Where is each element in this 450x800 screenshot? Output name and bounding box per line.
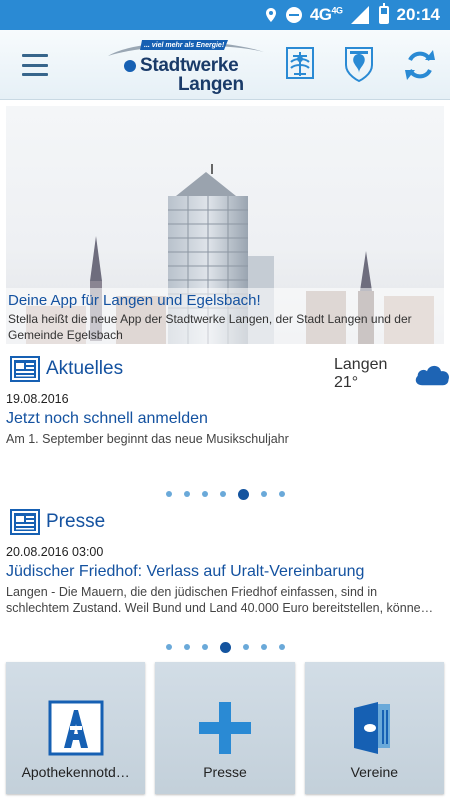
pager-dot[interactable] [278, 644, 285, 650]
pager-dot-active[interactable] [237, 488, 249, 500]
shortcut-tiles: Apothekennotd… Presse Vereine [6, 662, 444, 794]
presse-header[interactable]: Presse [10, 509, 105, 535]
presse-title: Presse [46, 511, 106, 532]
network-type: 4G4G [309, 5, 343, 24]
logo-dot [124, 60, 136, 72]
tile-vereine[interactable]: Vereine [304, 662, 444, 794]
tile-label: Vereine [350, 764, 399, 780]
pager-dot[interactable] [260, 491, 267, 497]
signal-icon [350, 6, 369, 24]
aktuelles-headline[interactable]: Jetzt noch schnell anmelden [6, 410, 208, 428]
pager-dot[interactable] [201, 644, 208, 650]
newspaper-icon [10, 356, 40, 382]
dnd-icon [285, 7, 302, 23]
aktuelles-title: Aktuelles [46, 358, 124, 379]
pager-dot-active[interactable] [219, 641, 231, 653]
crest-egelsbach-icon[interactable] [344, 45, 374, 83]
refresh-icon[interactable] [403, 48, 437, 82]
location-icon [265, 8, 276, 22]
door-icon [354, 702, 391, 754]
presse-headline[interactable]: Jüdischer Friedhof: Verlass auf Uralt-Ve… [6, 563, 364, 581]
pager-dot[interactable] [260, 644, 267, 650]
pager-dot[interactable] [183, 644, 190, 650]
tile-label: Apothekennotd… [21, 764, 130, 780]
hero-caption: Deine App für Langen und Egelsbach! Stel… [6, 288, 444, 344]
presse-pager[interactable] [0, 641, 450, 653]
menu-icon[interactable] [22, 54, 48, 76]
stadtwerke-logo: ... viel mehr als Energie! Stadtwerke La… [104, 38, 266, 95]
weather-widget[interactable]: Langen 21° [334, 356, 450, 392]
hero-title: Deine App für Langen und Egelsbach! [8, 292, 261, 309]
presse-teaser: Langen - Die Mauern, die den jüdischen F… [6, 585, 434, 615]
tile-apothekennotdienst[interactable]: Apothekennotd… [6, 662, 146, 794]
pager-dot[interactable] [183, 491, 190, 497]
pharmacy-icon [48, 700, 104, 756]
logo-tagline: ... viel mehr als Energie! [144, 42, 225, 49]
status-bar: 4G4G 20:14 [0, 0, 450, 30]
logo-text-line2: Langen [178, 74, 244, 95]
pager-dot[interactable] [165, 644, 172, 650]
hero-banner[interactable]: Deine App für Langen und Egelsbach! Stel… [6, 106, 444, 344]
weather-text: Langen 21° [334, 356, 388, 391]
pager-dot[interactable] [219, 491, 226, 497]
pager-dot[interactable] [278, 491, 285, 497]
tile-label: Presse [203, 764, 247, 780]
aktuelles-header[interactable]: Aktuelles [10, 356, 123, 382]
battery-icon [378, 3, 389, 24]
presse-date: 20.08.2016 03:00 [6, 545, 104, 559]
pager-dot[interactable] [201, 491, 208, 497]
tile-presse[interactable]: Presse [155, 662, 295, 794]
plus-icon [198, 702, 251, 754]
aktuelles-teaser: Am 1. September beginnt das neue Musiksc… [6, 432, 289, 446]
app-header: ... viel mehr als Energie! Stadtwerke La… [0, 30, 450, 100]
cloud-icon [415, 365, 449, 386]
crest-langen-icon[interactable] [285, 46, 315, 82]
hero-text: Stella heißt die neue App der Stadtwerke… [8, 312, 412, 342]
aktuelles-pager[interactable] [0, 488, 450, 500]
pager-dot[interactable] [165, 491, 172, 497]
status-time: 20:14 [396, 5, 440, 24]
newspaper-icon [10, 509, 40, 535]
aktuelles-date: 19.08.2016 [6, 392, 69, 406]
pager-dot[interactable] [242, 644, 249, 650]
